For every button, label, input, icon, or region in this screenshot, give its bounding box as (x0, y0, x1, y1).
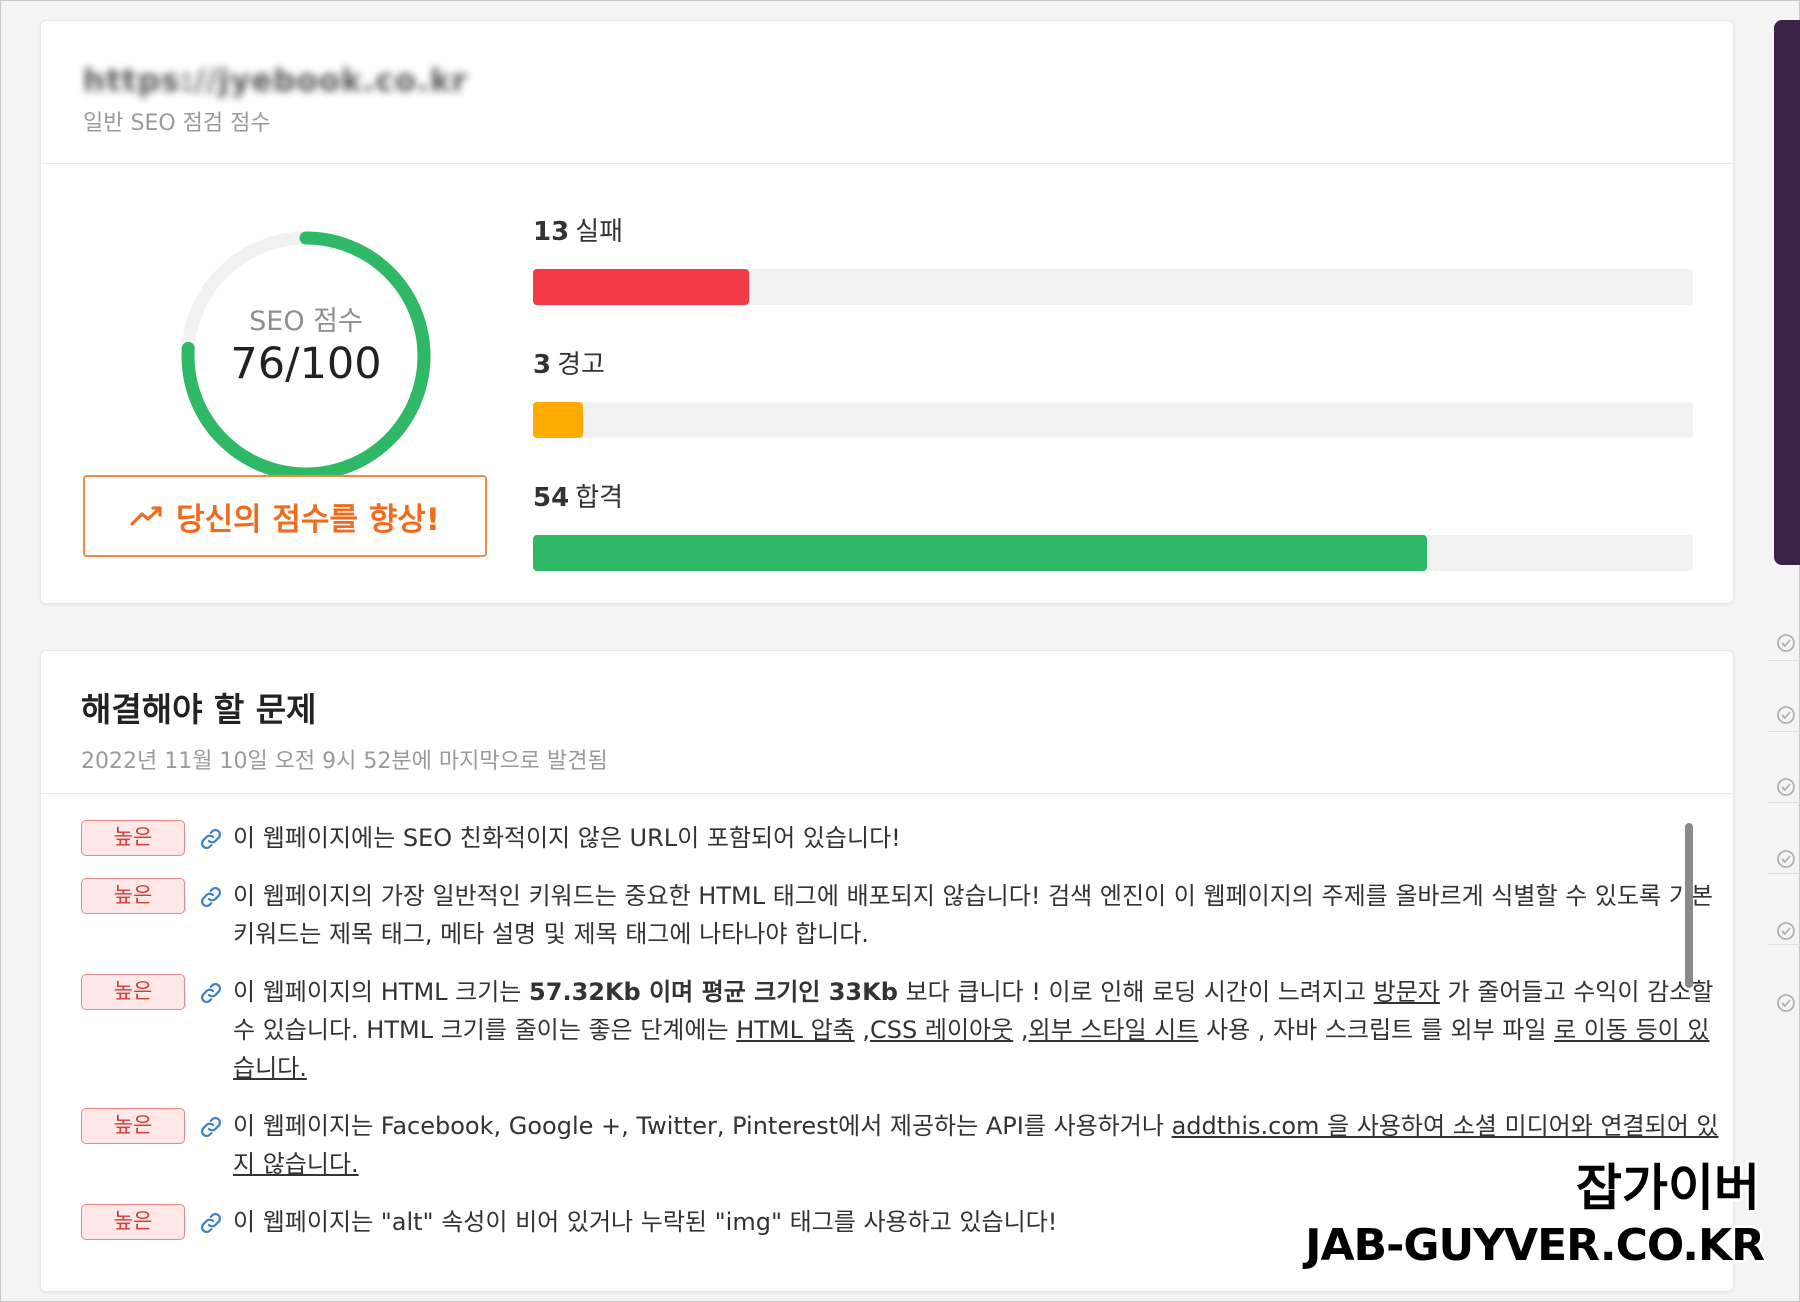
stat-warning-label: 3 경고 (533, 344, 1693, 384)
stat-warning-track (533, 402, 1693, 438)
link-icon[interactable] (199, 885, 223, 909)
stat-failed: 13 실패 (533, 211, 1693, 305)
issues-title: 해결해야 할 문제 (81, 690, 317, 729)
stat-passed-bar (533, 535, 1428, 571)
issue-text: 이 웹페이지에는 SEO 친화적이지 않은 URL이 포함되어 있습니다! (233, 824, 901, 852)
side-panel-edge (1774, 20, 1800, 565)
check-circle-icon[interactable] (1776, 921, 1796, 941)
link-icon[interactable] (199, 981, 223, 1005)
issue-item[interactable]: 높은 이 웹페이지의 HTML 크기는 57.32Kb 이며 평균 크기인 33… (81, 973, 1721, 1087)
check-circle-icon[interactable] (1776, 777, 1796, 797)
link-html-compression[interactable]: HTML 압축 (736, 1016, 855, 1044)
issue-text: 이 웹페이지의 HTML 크기는 57.32Kb 이며 평균 크기인 33Kb … (233, 978, 1714, 1082)
severity-badge: 높은 (81, 878, 185, 914)
check-circle-icon[interactable] (1776, 993, 1796, 1013)
watermark-title: 잡가이버 (1576, 1159, 1760, 1217)
site-url: https://jyebook.co.kr (83, 63, 468, 99)
issues-scrollbar-thumb[interactable] (1685, 823, 1693, 988)
link-icon[interactable] (199, 1115, 223, 1139)
link-icon[interactable] (199, 1211, 223, 1235)
side-divider (1768, 660, 1800, 661)
score-value: 76/100 (230, 339, 382, 389)
issue-list: 높은 이 웹페이지에는 SEO 친화적이지 않은 URL이 포함되어 있습니다!… (81, 819, 1721, 1261)
stat-failed-count: 13 (533, 217, 570, 247)
severity-badge: 높은 (81, 974, 185, 1010)
score-label: SEO 점수 (249, 306, 363, 337)
stat-failed-text: 실패 (575, 217, 624, 247)
issues-card: 해결해야 할 문제 2022년 11월 10일 오전 9시 52분에 마지막으로… (40, 650, 1734, 1292)
stat-passed-count: 54 (533, 483, 570, 513)
check-circle-icon[interactable] (1776, 705, 1796, 725)
link-external-stylesheet[interactable]: 외부 스타일 시트 (1029, 1016, 1199, 1044)
stat-passed-track (533, 535, 1693, 571)
side-divider (1768, 731, 1800, 732)
issue-text: 이 웹페이지는 "alt" 속성이 비어 있거나 누락된 "img" 태그를 사… (233, 1208, 1058, 1236)
severity-badge: 높은 (81, 820, 185, 856)
issues-header: 해결해야 할 문제 2022년 11월 10일 오전 9시 52분에 마지막으로… (41, 651, 1733, 794)
link-icon[interactable] (199, 827, 223, 851)
issue-item[interactable]: 높은 이 웹페이지는 Facebook, Google +, Twitter, … (81, 1107, 1721, 1183)
score-card-header: https://jyebook.co.kr 일반 SEO 점검 점수 (41, 21, 1733, 164)
stat-warning-count: 3 (533, 350, 552, 380)
score-card-subtitle: 일반 SEO 점검 점수 (83, 111, 271, 136)
stat-warning-bar (533, 402, 583, 438)
issue-item[interactable]: 높은 이 웹페이지에는 SEO 친화적이지 않은 URL이 포함되어 있습니다! (81, 819, 1721, 857)
issue-text: 이 웹페이지는 Facebook, Google +, Twitter, Pin… (233, 1112, 1719, 1178)
seo-score-gauge: SEO 점수 76/100 (161, 211, 451, 501)
stat-passed: 54 합격 (533, 477, 1693, 571)
link-visitors[interactable]: 방문자 (1374, 978, 1440, 1006)
issue-item[interactable]: 높은 이 웹페이지의 가장 일반적인 키워드는 중요한 HTML 태그에 배포되… (81, 877, 1721, 953)
link-css-layout[interactable]: CSS 레이아웃 (870, 1016, 1013, 1044)
side-divider (1768, 944, 1800, 945)
stat-passed-label: 54 합격 (533, 477, 1693, 517)
watermark-domain: JAB-GUYVER.CO.KR (1305, 1220, 1765, 1271)
stat-failed-track (533, 269, 1693, 305)
check-circle-icon[interactable] (1776, 633, 1796, 653)
severity-badge: 높은 (81, 1204, 185, 1240)
stat-warning-text: 경고 (557, 350, 605, 380)
severity-badge: 높은 (81, 1108, 185, 1144)
improve-score-button[interactable]: 당신의 점수를 향상! (83, 475, 487, 557)
stat-passed-text: 합격 (575, 483, 624, 513)
check-circle-icon[interactable] (1776, 849, 1796, 869)
seo-score-card: https://jyebook.co.kr 일반 SEO 점검 점수 SEO 점… (40, 20, 1734, 604)
issues-last-found-date: 2022년 11월 10일 오전 9시 52분에 마지막으로 발견됨 (81, 749, 608, 774)
stat-warning: 3 경고 (533, 344, 1693, 438)
side-divider (1768, 873, 1800, 874)
stat-failed-label: 13 실패 (533, 211, 1693, 251)
issue-text: 이 웹페이지의 가장 일반적인 키워드는 중요한 HTML 태그에 배포되지 않… (233, 882, 1713, 948)
stat-failed-bar (533, 269, 749, 305)
side-divider (1768, 802, 1800, 803)
trending-up-icon (130, 506, 162, 526)
improve-score-label: 당신의 점수를 향상! (176, 501, 440, 538)
